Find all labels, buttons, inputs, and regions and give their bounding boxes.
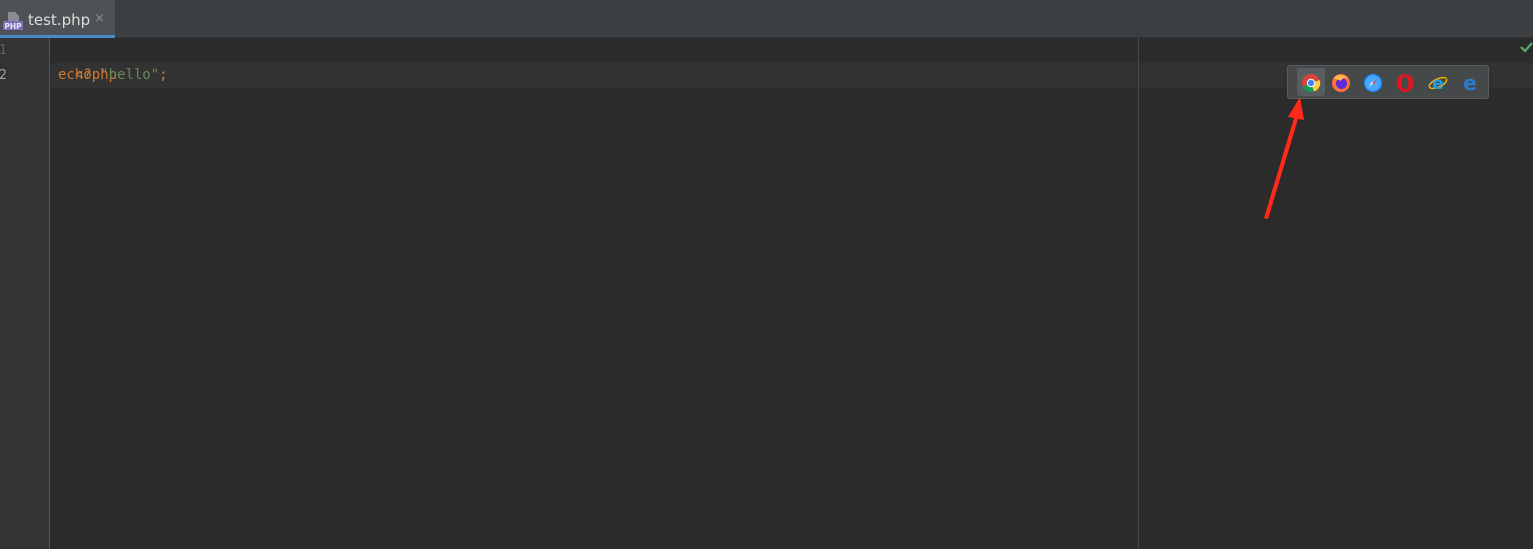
tab-label: test.php <box>28 11 91 29</box>
svg-text:e: e <box>1432 74 1444 93</box>
svg-text:e: e <box>1463 73 1477 93</box>
code-line[interactable]: echo "hello"; <box>58 63 168 88</box>
open-in-browser-toolbar: e e <box>1287 65 1489 99</box>
svg-text:PHP: PHP <box>4 22 22 31</box>
chrome-icon[interactable] <box>1301 73 1321 93</box>
firefox-icon[interactable] <box>1331 73 1351 93</box>
editor-tab-bar: PHP test.php × <box>0 0 1533 38</box>
line-number: 1 <box>0 43 7 58</box>
safari-icon[interactable] <box>1363 73 1383 93</box>
line-number-gutter: 1 2 <box>0 38 50 549</box>
code-line[interactable]: <?php <box>58 38 117 83</box>
right-margin-guide <box>1138 38 1139 549</box>
echo-keyword: echo <box>58 67 92 83</box>
internet-explorer-icon[interactable]: e <box>1428 73 1448 93</box>
opera-icon[interactable] <box>1395 73 1415 93</box>
line-number: 2 <box>0 68 7 83</box>
checkmark-icon[interactable] <box>1519 40 1533 54</box>
string-literal: "hello" <box>100 67 160 83</box>
close-icon[interactable]: × <box>94 11 105 26</box>
semicolon: ; <box>159 67 168 83</box>
php-file-icon: PHP <box>3 12 23 31</box>
edge-icon[interactable]: e <box>1460 73 1480 93</box>
tab-test-php[interactable]: PHP test.php × <box>0 0 115 38</box>
